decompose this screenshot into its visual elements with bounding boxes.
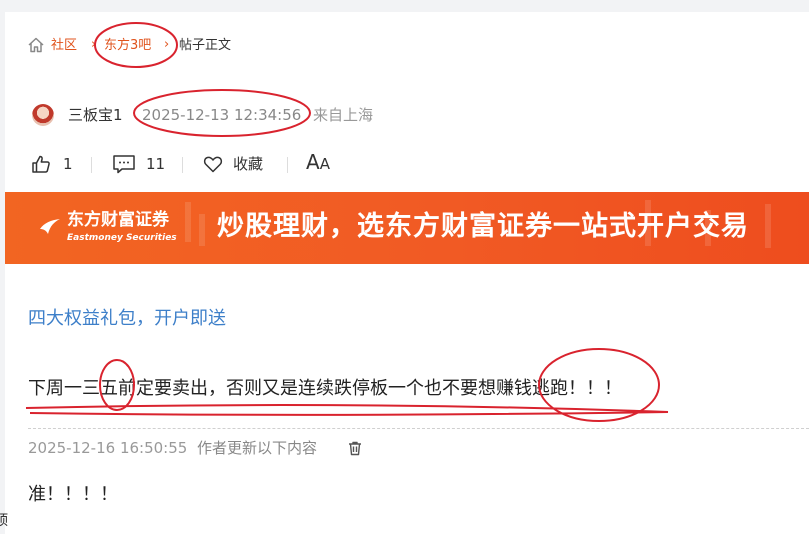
breadcrumb-current: 帖子正文 — [179, 38, 232, 53]
divider — [182, 157, 183, 173]
comment-count[interactable]: 11 — [146, 154, 165, 174]
post-time: 2025-12-13 12:34:56 — [142, 106, 302, 124]
post-location: 来自上海 — [313, 106, 374, 124]
update-time: 2025-12-16 16:50:55 — [28, 439, 188, 457]
chevron-right-icon: › — [91, 37, 97, 52]
home-icon[interactable] — [27, 36, 45, 54]
post-card: 社区 › 东方3吧 › 帖子正文 三板宝1 2025-12-13 12:34:5… — [5, 12, 809, 534]
banner-slogan: 炒股理财，选东方财富证券一站式开户交易 — [217, 211, 749, 242]
author-name[interactable]: 三板宝1 — [68, 105, 123, 125]
thumb-up-icon[interactable] — [30, 153, 52, 175]
eastmoney-logo-icon — [37, 214, 63, 240]
breadcrumb-home-link[interactable]: 社区 — [51, 38, 77, 54]
banner-logo-text: 东方财富证券 — [67, 210, 169, 230]
like-count[interactable]: 1 — [63, 154, 73, 174]
post-body: 下周一三五前定要卖出，否则又是连续跌停板一个也不要想赚钱逃跑！！！ — [28, 378, 622, 399]
font-size-toggle[interactable]: AA — [306, 150, 330, 176]
comment-icon[interactable] — [112, 153, 135, 175]
update-divider — [28, 428, 809, 429]
divider — [91, 157, 92, 173]
divider — [287, 157, 288, 173]
update-body: 准！！！！ — [28, 484, 118, 505]
favorite-label[interactable]: 收藏 — [233, 154, 263, 174]
edge-text: 顶 — [0, 513, 8, 529]
heart-icon[interactable] — [202, 153, 224, 175]
chevron-right-icon: › — [164, 37, 170, 52]
breadcrumb-bar-link[interactable]: 东方3吧 — [104, 38, 151, 54]
banner-logo-subtext: Eastmoney Securities — [67, 233, 177, 243]
update-label: 作者更新以下内容 — [197, 439, 318, 457]
promo-link[interactable]: 四大权益礼包，开户即送 — [28, 307, 226, 331]
ad-banner[interactable]: 东方财富证券 Eastmoney Securities 炒股理财，选东方财富证券… — [5, 192, 809, 264]
trash-icon[interactable] — [347, 440, 363, 456]
avatar[interactable] — [32, 104, 54, 126]
